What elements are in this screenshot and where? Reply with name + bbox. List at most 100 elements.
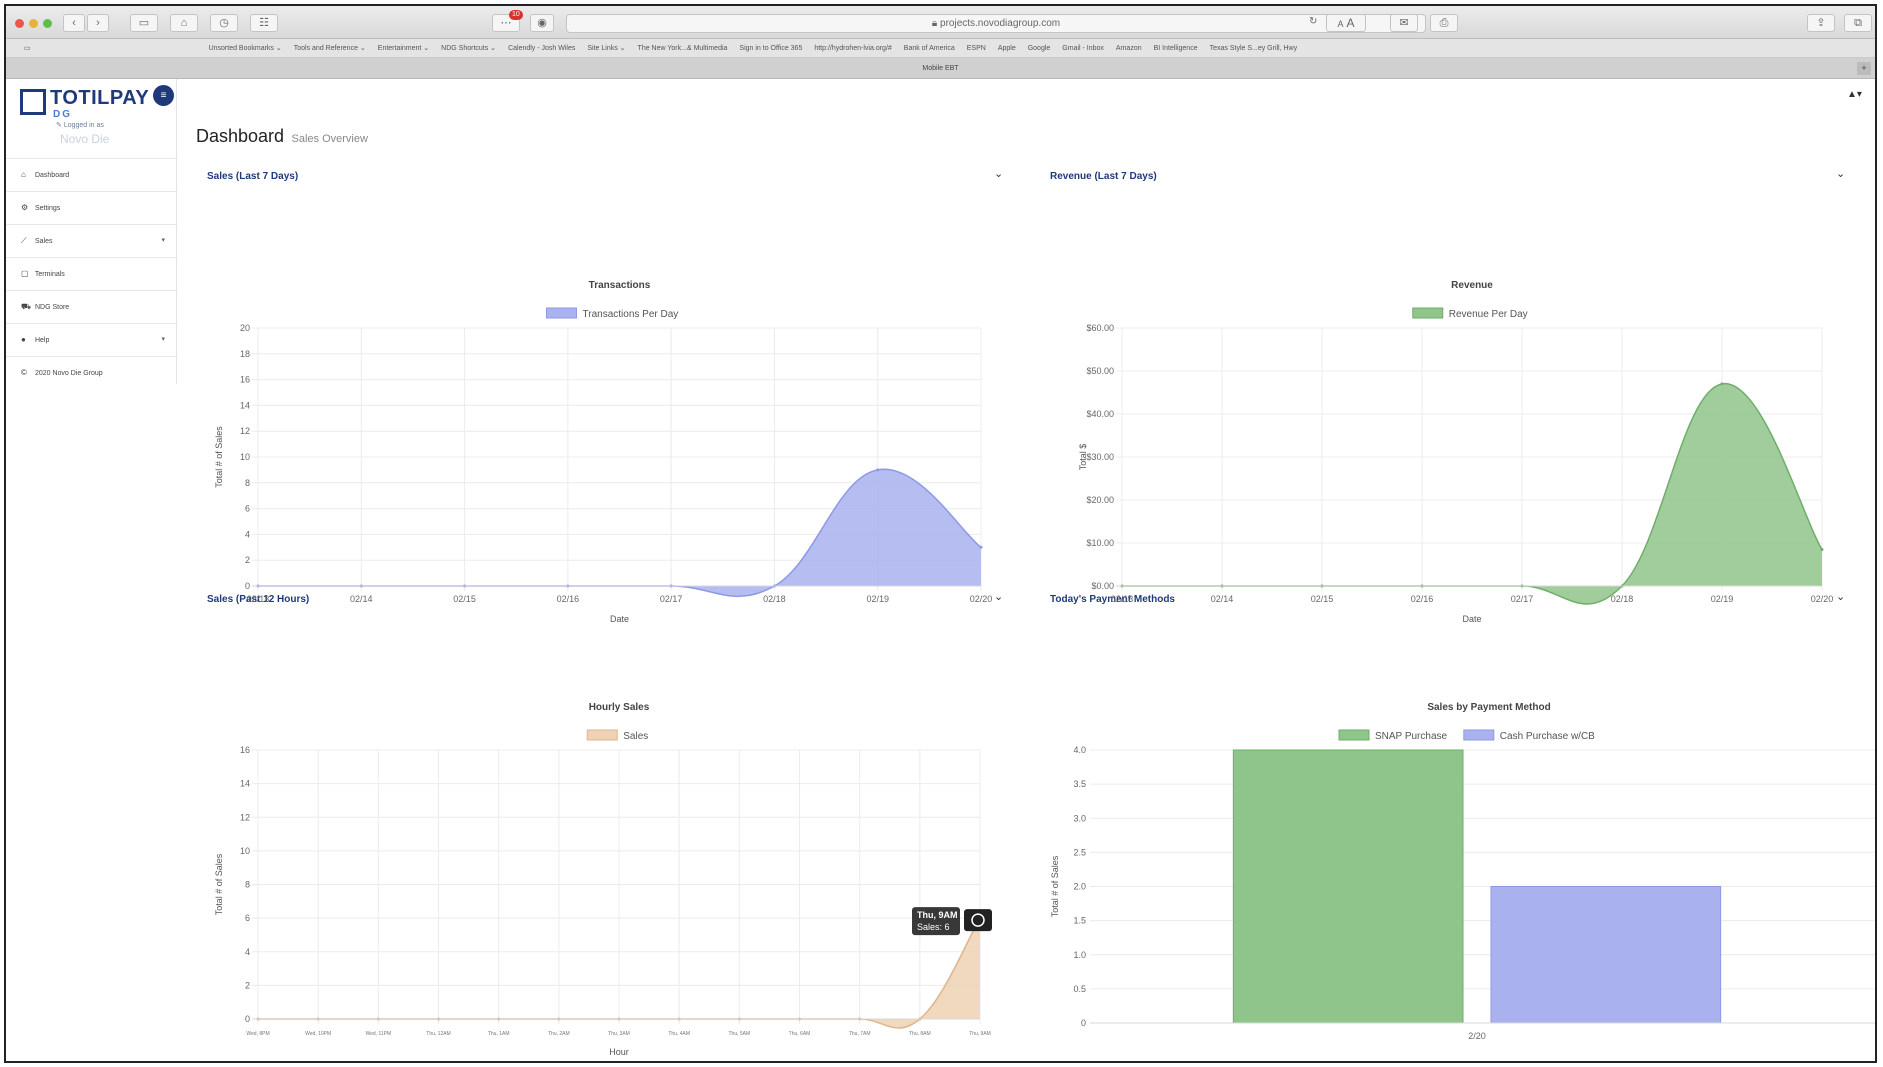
- reading-list-icon[interactable]: ▭: [6, 39, 201, 57]
- bookmark-item[interactable]: ESPN: [961, 39, 992, 57]
- address-bar[interactable]: 🔒︎ projects.novodiagroup.com: [566, 14, 1426, 33]
- y-tick-label: 1.0: [1073, 950, 1086, 960]
- tooltip-title: Thu, 9AM: [917, 910, 958, 920]
- print-icon[interactable]: ⎙: [1430, 14, 1458, 32]
- top-sites-icon[interactable]: ☷: [250, 14, 278, 32]
- bookmark-item[interactable]: Site Links ⌄: [581, 39, 631, 57]
- sidebar-item-ndg-store[interactable]: ⛟ NDG Store: [6, 290, 177, 323]
- privacy-icon[interactable]: ◉: [530, 14, 554, 32]
- bookmark-item[interactable]: Gmail - Inbox: [1056, 39, 1110, 57]
- y-tick-label: $50.00: [1086, 366, 1114, 376]
- text-smaller-button[interactable]: A: [1337, 19, 1343, 29]
- sidebar-toggle-icon[interactable]: ▭: [130, 14, 158, 32]
- mail-icon[interactable]: ✉: [1390, 14, 1418, 32]
- back-icon[interactable]: ‹: [63, 14, 85, 32]
- sidebar-item-sales[interactable]: ⟋ Sales ▾: [6, 224, 177, 257]
- page-header: Dashboard Sales Overview: [196, 126, 368, 147]
- new-tab-button[interactable]: +: [1857, 62, 1871, 75]
- bookmark-item[interactable]: Sign in to Office 365: [733, 39, 808, 57]
- bookmark-item[interactable]: The New York...& Multimedia: [632, 39, 734, 57]
- bookmark-item[interactable]: http://hydrohen-lvia.org/#: [808, 39, 897, 57]
- user-menu-icon[interactable]: ▲▾: [1847, 89, 1862, 100]
- logged-in-label: ✎ Logged in as: [56, 121, 104, 129]
- data-point: [1720, 382, 1724, 386]
- x-tick-label: 2/20: [1468, 1031, 1486, 1041]
- tabs-overview-icon[interactable]: ⧉: [1844, 14, 1872, 32]
- forward-icon[interactable]: ›: [87, 14, 109, 32]
- x-tick-label: Thu, 8AM: [909, 1031, 931, 1037]
- x-tick-label: Thu, 5AM: [728, 1031, 750, 1037]
- close-window-button[interactable]: [15, 19, 24, 28]
- y-tick-label: 2.0: [1073, 882, 1086, 892]
- bookmark-item[interactable]: Bank of America: [898, 39, 961, 57]
- home-icon: ⌂: [21, 170, 26, 179]
- sidebar-item-label: Terminals: [34, 271, 65, 278]
- chart-title: Hourly Sales: [589, 702, 650, 713]
- bookmark-item[interactable]: NDG Shortcuts ⌄: [435, 39, 502, 57]
- y-tick-label: 12: [240, 812, 250, 822]
- bar: [1232, 749, 1464, 1024]
- chevron-down-icon: ▾: [161, 237, 165, 244]
- bookmark-item[interactable]: Tools and Reference ⌄: [288, 39, 372, 57]
- y-tick-label: $20.00: [1086, 495, 1114, 505]
- y-tick-label: 2.5: [1073, 847, 1086, 857]
- browser-toolbar: ‹ › ▭ ⌂ ◷ ☷ ⋯ 10 ◉ 🔒︎ projects.novodiagr…: [6, 6, 1875, 39]
- panel-collapse-sales-7-days[interactable]: ⌄: [994, 167, 1003, 180]
- history-icon[interactable]: ◷: [210, 14, 238, 32]
- x-tick-label: 02/13: [1111, 594, 1134, 604]
- logo-mark-icon: [20, 89, 46, 115]
- sidebar-item-terminals[interactable]: ▢ Terminals: [6, 257, 177, 290]
- bookmark-item[interactable]: Calendly - Josh Wiles: [502, 39, 581, 57]
- y-tick-label: 14: [240, 779, 250, 789]
- question-icon: ●: [21, 335, 26, 344]
- y-tick-label: 0: [245, 1014, 250, 1024]
- chart-hourly-sales: Hourly Sales Sales 0 2 4 6 8 10 12 14 16 Wed, 8PM We…: [214, 702, 992, 1057]
- x-tick-label: 02/16: [557, 594, 580, 604]
- text-larger-button[interactable]: A: [1347, 16, 1355, 30]
- chart-title: Sales by Payment Method: [1427, 702, 1550, 713]
- sidebar-item-label: Help: [34, 337, 50, 344]
- browser-window: ‹ › ▭ ⌂ ◷ ☷ ⋯ 10 ◉ 🔒︎ projects.novodiagr…: [4, 4, 1877, 1063]
- legend-swatch: [1463, 729, 1495, 741]
- minimize-window-button[interactable]: [29, 19, 38, 28]
- sidebar-item-help[interactable]: ● Help ▾: [6, 323, 177, 356]
- bookmark-item[interactable]: Texas Style S...ey Grill, Hwy: [1204, 39, 1304, 57]
- x-tick-label: 02/17: [660, 594, 683, 604]
- share-icon[interactable]: ⇪: [1807, 14, 1835, 32]
- bookmark-item[interactable]: Apple: [992, 39, 1022, 57]
- home-icon[interactable]: ⌂: [170, 14, 198, 32]
- bookmark-item[interactable]: Amazon: [1110, 39, 1148, 57]
- panel-collapse-sales-12-hours[interactable]: ⌄: [994, 590, 1003, 603]
- y-tick-label: 6: [245, 913, 250, 923]
- menu-toggle-button[interactable]: ≡: [153, 85, 174, 106]
- panel-collapse-payment-methods[interactable]: ⌄: [1836, 590, 1845, 603]
- y-tick-label: $40.00: [1086, 409, 1114, 419]
- x-tick-label: Wed, 10PM: [305, 1031, 331, 1037]
- pencil-icon: ✎: [56, 122, 64, 129]
- panel-collapse-revenue-7-days[interactable]: ⌄: [1836, 167, 1845, 180]
- y-tick-label: 1.5: [1073, 916, 1086, 926]
- y-tick-label: 4: [245, 947, 250, 957]
- bookmark-item[interactable]: BI Intelligence: [1148, 39, 1204, 57]
- bookmark-item[interactable]: Google: [1022, 39, 1057, 57]
- gears-icon: ⚙: [21, 203, 29, 212]
- bookmark-item[interactable]: Entertainment ⌄: [372, 39, 435, 57]
- copyright-text: 2020 Novo Die Group: [34, 370, 103, 377]
- reader-text-size[interactable]: A A: [1326, 14, 1366, 32]
- y-tick-label: 3.0: [1073, 813, 1086, 823]
- tab-bar: Mobile EBT +: [6, 58, 1875, 79]
- sidebar-item-settings[interactable]: ⚙ Settings: [6, 191, 177, 224]
- screenshot-button[interactable]: [964, 909, 992, 932]
- reload-icon[interactable]: ↻: [1309, 16, 1317, 27]
- y-tick-label: 8: [245, 478, 250, 488]
- y-tick-label: 4: [245, 529, 250, 539]
- zoom-window-button[interactable]: [43, 19, 52, 28]
- y-tick-label: 18: [240, 349, 250, 359]
- y-axis-label: Total # of Sales: [1050, 855, 1060, 917]
- y-axis-label: Total $: [1078, 444, 1088, 471]
- bookmark-item[interactable]: Unsorted Bookmarks ⌄: [203, 39, 288, 57]
- active-tab[interactable]: Mobile EBT: [922, 65, 958, 72]
- x-tick-label: Wed, 11PM: [365, 1031, 391, 1037]
- sidebar-item-dashboard[interactable]: ⌂ Dashboard: [6, 158, 177, 191]
- brand-name: TOTILPAY: [50, 87, 150, 109]
